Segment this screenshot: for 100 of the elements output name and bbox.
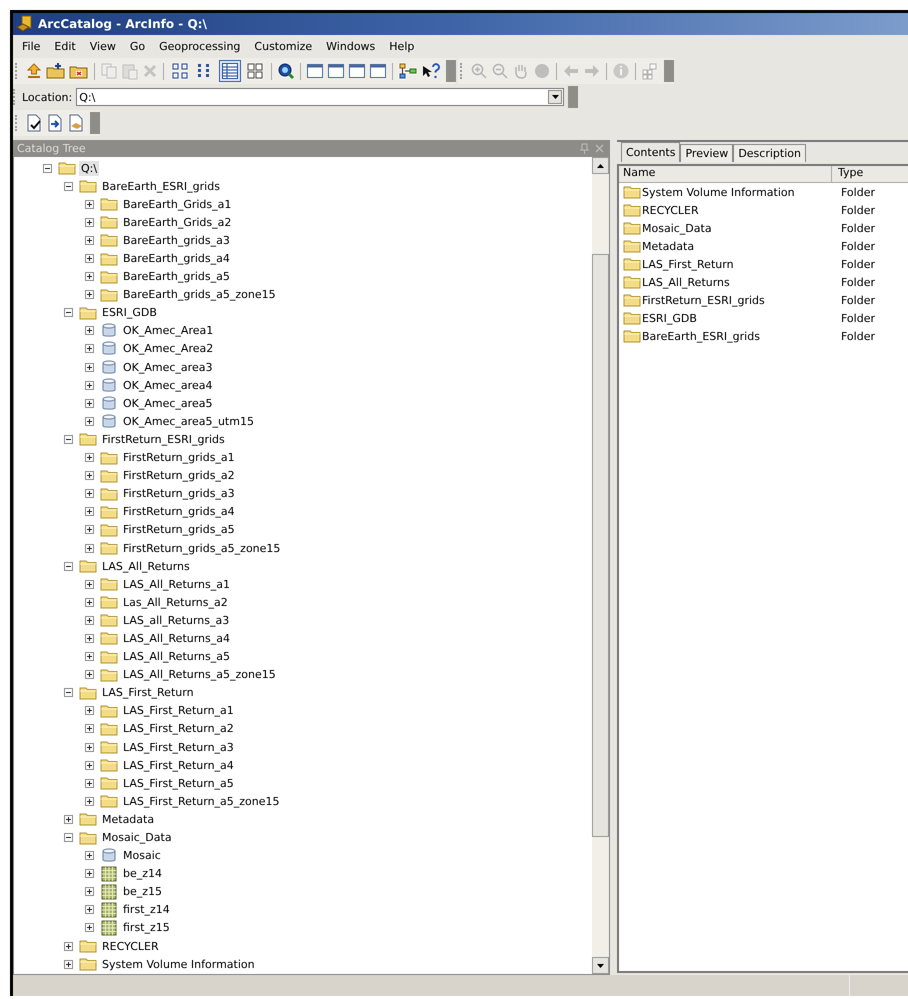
tree-item[interactable]: be_z14 (121, 866, 164, 882)
item-name[interactable]: LAS_First_Return (642, 258, 734, 270)
tree-item[interactable]: OK_Amec_Area2 (121, 341, 216, 356)
tree-item[interactable]: LAS_All_Returns_a5_zone15 (121, 667, 278, 682)
tree-item[interactable]: first_z14 (121, 902, 172, 918)
expand-box[interactable] (85, 254, 94, 264)
expand-box[interactable] (85, 869, 94, 878)
item-name[interactable]: BareEarth_ESRI_grids (642, 330, 760, 342)
expand-box[interactable] (85, 778, 94, 788)
expand-box[interactable] (85, 398, 94, 408)
item-name[interactable]: System Volume Information (642, 186, 795, 198)
scroll-bar[interactable] (592, 157, 609, 974)
expand-box[interactable] (64, 814, 73, 824)
tree-item[interactable]: OK_Amec_area5 (121, 396, 214, 411)
expand-box[interactable] (85, 580, 94, 589)
search-icon[interactable] (277, 62, 295, 80)
item-name[interactable]: Metadata (642, 240, 694, 252)
expand-box[interactable] (85, 507, 94, 516)
tree-item[interactable]: Q:\ (79, 160, 100, 176)
expand-box[interactable] (85, 380, 94, 390)
tree-item[interactable]: BareEarth_ESRI_grids (100, 178, 222, 194)
expand-box[interactable] (85, 272, 94, 282)
expand-box[interactable] (85, 706, 94, 716)
menu-item[interactable]: File (15, 38, 48, 54)
tree-item[interactable]: FirstReturn_grids_a3 (121, 486, 237, 502)
tree-item[interactable]: BareEarth_grids_a5 (121, 269, 232, 284)
tree-item[interactable]: LAS_First_Return_a5_zone15 (121, 794, 282, 809)
expand-box[interactable] (85, 670, 94, 680)
expand-box[interactable] (64, 960, 73, 969)
tab[interactable]: Description (733, 144, 806, 162)
expand-box[interactable] (85, 525, 94, 534)
tree-item[interactable]: LAS_First_Return_a5 (121, 776, 236, 791)
expand-box[interactable] (85, 218, 94, 227)
tree-item[interactable]: FirstReturn_grids_a5_zone15 (121, 540, 282, 556)
collapse-box[interactable] (64, 308, 73, 318)
item-name[interactable]: FirstReturn_ESRI_grids (642, 294, 765, 306)
tree-item[interactable]: BareEarth_grids_a5_zone15 (121, 287, 278, 302)
collapse-box[interactable] (64, 562, 73, 571)
expand-box[interactable] (85, 634, 94, 643)
menu-item[interactable]: View (82, 38, 123, 54)
tree-item[interactable]: FirstReturn_grids_a2 (121, 468, 237, 484)
column-header[interactable]: Name (619, 166, 832, 182)
flowchart-icon[interactable] (398, 62, 418, 80)
menu-item[interactable]: Edit (47, 38, 83, 54)
expand-box[interactable] (85, 544, 94, 553)
tree-item[interactable]: Mosaic_Data (100, 830, 174, 846)
tree-item[interactable]: RECYCLER (100, 938, 161, 954)
expand-box[interactable] (85, 236, 94, 245)
tree-item[interactable]: BareEarth_grids_a4 (121, 251, 232, 266)
column-header[interactable]: Type (832, 166, 864, 182)
tree-item[interactable]: LAS_First_Return_a3 (121, 740, 236, 755)
expand-box[interactable] (85, 598, 94, 607)
expand-box[interactable] (85, 416, 94, 426)
tree-item[interactable]: LAS_All_Returns (100, 558, 192, 574)
tree-item[interactable]: FirstReturn_grids_a4 (121, 504, 237, 520)
tree-item[interactable]: BareEarth_Grids_a1 (121, 196, 234, 212)
document-export-icon[interactable] (67, 114, 85, 132)
window-icon[interactable] (369, 62, 387, 80)
tree-item[interactable]: LAS_All_Returns_a4 (121, 630, 232, 646)
up-arrow-icon[interactable] (25, 62, 43, 80)
expand-box[interactable] (85, 362, 94, 372)
folder-plus-icon[interactable] (46, 62, 66, 80)
expand-box[interactable] (85, 905, 94, 914)
tree-item[interactable]: BareEarth_Grids_a2 (121, 214, 234, 230)
menu-item[interactable]: Geoprocessing (152, 38, 248, 54)
collapse-box[interactable] (43, 164, 52, 173)
dropdown-button[interactable] (548, 90, 562, 104)
expand-box[interactable] (85, 923, 94, 932)
scroll-thumb[interactable] (592, 254, 609, 837)
collapse-box[interactable] (64, 833, 73, 842)
pointer-help-icon[interactable] (421, 62, 441, 80)
document-import-icon[interactable] (46, 114, 64, 132)
expand-box[interactable] (64, 942, 73, 951)
item-name[interactable]: ESRI_GDB (642, 312, 697, 324)
document-check-icon[interactable] (25, 114, 43, 132)
expand-box[interactable] (85, 344, 94, 354)
tree-item[interactable]: LAS_First_Return_a1 (121, 703, 236, 718)
collapse-box[interactable] (64, 688, 73, 698)
item-name[interactable]: RECYCLER (642, 204, 699, 216)
item-name[interactable]: Mosaic_Data (642, 222, 712, 234)
tree-item[interactable]: OK_Amec_area3 (121, 360, 214, 375)
expand-box[interactable] (85, 724, 94, 734)
tree-item[interactable]: System Volume Information (100, 956, 257, 972)
menu-item[interactable]: Help (382, 38, 422, 54)
expand-box[interactable] (85, 851, 94, 860)
window-icon[interactable] (306, 62, 324, 80)
scroll-up-icon[interactable] (597, 164, 604, 168)
tree-item[interactable]: FirstReturn_ESRI_grids (100, 432, 227, 447)
menu-item[interactable]: Go (122, 38, 152, 54)
location-field[interactable]: Q:\ (76, 88, 564, 106)
expand-box[interactable] (85, 652, 94, 662)
item-name[interactable]: LAS_All_Returns (642, 276, 730, 288)
tab[interactable]: Contents (621, 142, 680, 162)
view-mode-button[interactable] (219, 60, 241, 82)
tree-item[interactable]: LAS_all_Returns_a3 (121, 612, 232, 628)
tree-item[interactable]: FirstReturn_grids_a1 (121, 450, 237, 466)
tree-item[interactable]: OK_Amec_Area1 (121, 323, 216, 338)
window-icon[interactable] (348, 62, 366, 80)
expand-box[interactable] (85, 290, 94, 300)
tree-item[interactable]: OK_Amec_area4 (121, 378, 214, 393)
